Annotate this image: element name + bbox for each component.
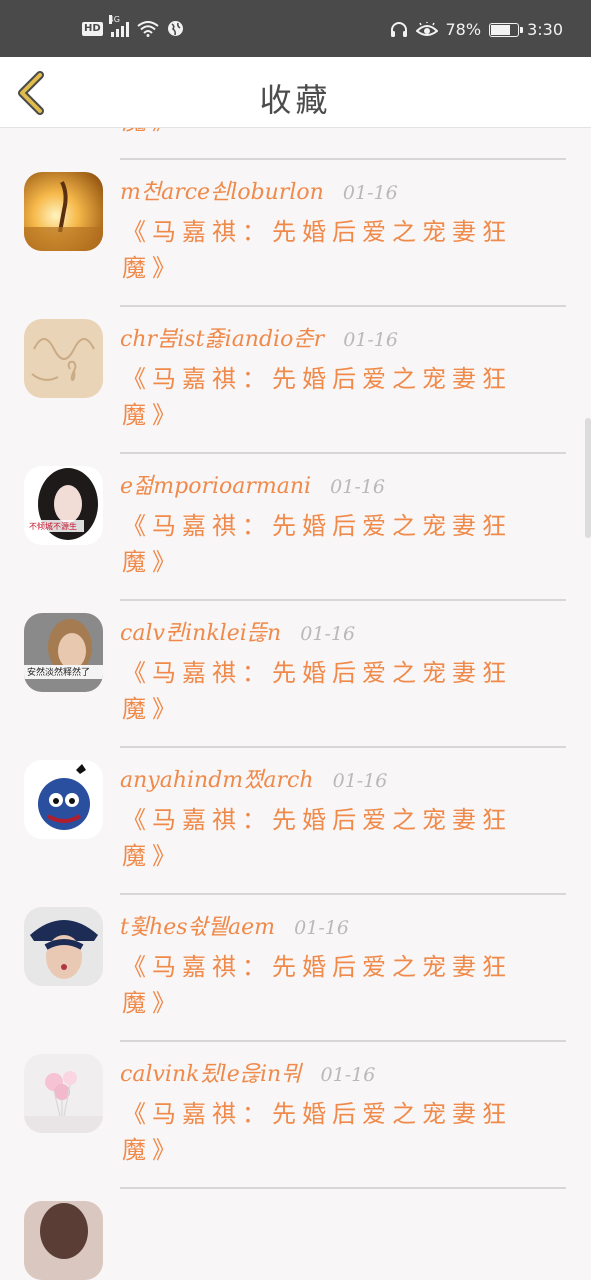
item-title-line: chr붐ist죯iandio춘r 01-16 <box>120 321 398 355</box>
clock: 3:30 <box>527 20 563 39</box>
date: 01-16 <box>330 476 385 498</box>
date: 01-16 <box>332 770 388 792</box>
user-name: anyahindm쩠arch <box>120 768 314 793</box>
page-title: 收藏 <box>259 81 332 119</box>
book-title: 《马嘉祺：先婚后爱之宠妻狂魔》 <box>122 1100 512 1164</box>
avatar <box>24 319 103 398</box>
avatar <box>24 1201 103 1280</box>
headset-icon <box>390 21 407 37</box>
app-header: 收藏 <box>0 57 591 128</box>
list-item[interactable]: anyahindm쩠arch 01-16 《马嘉祺：先婚后爱之宠妻狂魔》 <box>0 748 591 895</box>
list-item[interactable]: m천arce쇤loburlon 01-16 《马嘉祺：先婚后爱之宠妻狂魔》 <box>0 160 591 307</box>
user-name: t휯hes솫뒡aem <box>120 915 276 940</box>
item-title-line <box>120 1203 134 1237</box>
scrollbar[interactable] <box>585 418 591 538</box>
list-item[interactable]: 不倾城不源生 e젊mporioarmani 01-16 《马嘉祺：先婚后爱之宠妻… <box>0 454 591 601</box>
favorites-list[interactable]: 《马嘉祺：先婚后爱之宠妻狂魔》 <box>0 128 591 1280</box>
battery-fill <box>491 24 510 35</box>
avatar <box>24 1054 103 1133</box>
user-name: chr붐ist죯iandio춘r <box>120 327 325 352</box>
list-item[interactable]: calvink됬le읂in뭐 01-16 《马嘉祺：先婚后爱之宠妻狂魔》 <box>0 1042 591 1189</box>
book-title: 《马嘉祺：先婚后爱之宠妻狂魔》 <box>122 218 512 282</box>
avatar <box>24 907 103 986</box>
date: 01-16 <box>300 623 356 645</box>
globe-icon <box>167 21 183 36</box>
avatar-caption: 安然淡然释然了 <box>27 666 90 678</box>
book-title: 《马嘉祺：先婚后爱之宠妻狂魔》 <box>122 128 522 139</box>
list-item[interactable]: chr붐ist죯iandio춘r 01-16 《马嘉祺：先婚后爱之宠妻狂魔》 <box>0 307 591 454</box>
status-right: 78% 3:30 <box>390 20 563 39</box>
list-item[interactable]: t휯hes솫뒡aem 01-16 《马嘉祺：先婚后爱之宠妻狂魔》 <box>0 895 591 1042</box>
book-title: 《马嘉祺：先婚后爱之宠妻狂魔》 <box>122 953 512 1017</box>
avatar <box>24 172 103 251</box>
list-item[interactable] <box>0 1189 591 1280</box>
user-name: calv퀸inklei뜮n <box>120 621 282 646</box>
book-title: 《马嘉祺：先婚后爱之宠妻狂魔》 <box>122 512 512 576</box>
user-name: e젊mporioarmani <box>120 474 312 499</box>
item-title-line: e젊mporioarmani 01-16 <box>120 468 385 502</box>
network-type: 4G <box>108 14 120 24</box>
battery-percent: 78% <box>445 20 482 39</box>
hd-badge: HD <box>82 21 103 36</box>
book-title: 《马嘉祺：先婚后爱之宠妻狂魔》 <box>122 659 512 723</box>
avatar: 安然淡然释然了 <box>24 613 103 692</box>
book-title: 《马嘉祺：先婚后爱之宠妻狂魔》 <box>122 806 512 870</box>
item-title-line: calv퀸inklei뜮n 01-16 <box>120 615 355 649</box>
list-item[interactable]: 《马嘉祺：先婚后爱之宠妻狂魔》 <box>0 128 591 160</box>
date: 01-16 <box>320 1064 376 1086</box>
item-title-line: t휯hes솫뒡aem 01-16 <box>120 909 349 943</box>
item-title-line: anyahindm쩠arch 01-16 <box>120 762 387 796</box>
date: 01-16 <box>342 182 398 204</box>
user-name: m천arce쇤loburlon <box>120 180 324 205</box>
signal-icon: 4G <box>108 14 129 37</box>
eye-icon <box>415 21 438 36</box>
item-title-line: m천arce쇤loburlon 01-16 <box>120 174 398 208</box>
user-name: calvink됬le읂in뭐 <box>120 1062 302 1087</box>
avatar: 不倾城不源生 <box>24 466 103 545</box>
favorites-items: 《马嘉祺：先婚后爱之宠妻狂魔》 <box>0 128 591 1280</box>
wifi-icon <box>137 20 159 37</box>
date: 01-16 <box>294 917 349 939</box>
avatar-caption: 不倾城不源生 <box>29 521 77 531</box>
status-left: HD 4G <box>82 14 184 37</box>
date: 01-16 <box>343 329 398 351</box>
status-bar: HD 4G 78% 3:30 <box>0 0 591 57</box>
item-title-line: calvink됬le읂in뭐 01-16 <box>120 1056 375 1090</box>
battery-icon <box>489 22 524 37</box>
avatar <box>24 760 103 839</box>
list-item[interactable]: 安然淡然释然了 calv퀸inklei뜮n 01-16 《马嘉祺：先婚后爱之宠妻… <box>0 601 591 748</box>
book-title: 《马嘉祺：先婚后爱之宠妻狂魔》 <box>122 365 512 429</box>
